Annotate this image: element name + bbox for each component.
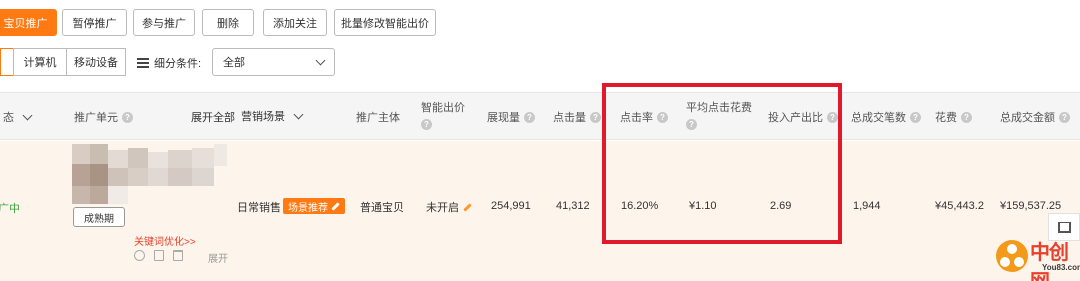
col-status[interactable]: 态 [3, 109, 33, 125]
highlight-box [602, 83, 842, 244]
help-icon[interactable]: ? [961, 111, 972, 123]
logo-icon [996, 240, 1028, 272]
help-icon[interactable]: ? [910, 111, 921, 123]
filter-label-text: 细分条件: [154, 58, 202, 70]
col-unit-label: 推广单元 [74, 112, 118, 124]
col-status-label: 态 [3, 112, 14, 124]
row-smart-bid[interactable]: 未开启 [426, 199, 472, 215]
expand-all-link[interactable]: 展开全部 [191, 109, 235, 125]
filter-select-value: 全部 [223, 57, 245, 69]
watermark-name: 中创网 [1030, 242, 1069, 281]
table-header: 态 推广单元 ? 展开全部 营销场景 推广主体 智能出价 ? 展现量 ? 点击量… [0, 92, 1080, 140]
col-impressions[interactable]: 展现量 ? [487, 109, 535, 125]
row-smart-bid-value: 未开启 [426, 202, 459, 214]
watermark-url: You83.com [1042, 263, 1080, 272]
device-option-all[interactable] [0, 48, 14, 76]
col-scene[interactable]: 营销场景 [241, 108, 304, 124]
filter-condition-select[interactable]: 全部 [212, 48, 335, 76]
delete-button[interactable]: 删除 [202, 9, 254, 36]
list-icon [137, 58, 149, 68]
copy-icon[interactable] [154, 250, 164, 261]
row-cost: ¥45,443.2 [935, 200, 984, 212]
stage-badge-button[interactable]: 成熟期 [73, 207, 125, 227]
help-icon[interactable]: ? [421, 119, 432, 130]
row-subject: 普通宝贝 [360, 202, 404, 214]
pencil-icon [331, 201, 340, 211]
col-unit: 推广单元 ? [74, 109, 133, 125]
toolbar: 宝贝推广 暂停推广 参与推广 删除 添加关注 批量修改智能出价 计算机 移动设备… [0, 0, 1080, 92]
help-icon[interactable]: ? [590, 111, 601, 123]
col-subject: 推广主体 [356, 112, 400, 124]
filter-condition-label: 细分条件: [137, 55, 201, 71]
help-icon[interactable]: ? [122, 111, 133, 123]
pause-promotion-button[interactable]: 暂停推广 [62, 9, 127, 36]
pause-icon[interactable] [134, 250, 145, 261]
col-clicks-label: 点击量 [553, 112, 586, 124]
row-action-icons [134, 250, 183, 261]
col-total-gmv-label: 总成交金额 [1000, 112, 1055, 124]
batch-edit-smart-bid-button[interactable]: 批量修改智能出价 [334, 9, 436, 36]
col-scene-label: 营销场景 [241, 111, 285, 123]
col-total-deals-label: 总成交笔数 [851, 112, 906, 124]
scene-recommend-tag[interactable]: 场景推荐 [283, 198, 345, 214]
pencil-icon [463, 202, 472, 212]
watermark-logo: 中创网 You83.com [990, 232, 1080, 281]
chevron-down-icon [22, 110, 33, 120]
col-cost-label: 花费 [935, 112, 957, 124]
col-total-deals[interactable]: 总成交笔数 ? [851, 109, 921, 125]
col-cost[interactable]: 花费 ? [935, 109, 972, 125]
row-status: 广中 [0, 203, 20, 215]
book-icon [1057, 221, 1071, 233]
device-option-mobile[interactable]: 移动设备 [66, 48, 126, 76]
device-selector: 计算机 移动设备 [0, 48, 126, 76]
help-icon[interactable]: ? [1059, 111, 1070, 123]
row-clicks: 41,312 [556, 200, 590, 212]
keyword-optimize-link[interactable]: 关键词优化>> [134, 233, 196, 248]
chevron-down-icon [315, 55, 326, 65]
scene-tag-label: 场景推荐 [288, 202, 328, 214]
col-clicks[interactable]: 点击量 ? [553, 109, 601, 125]
product-thumbnail[interactable] [72, 144, 227, 204]
row-total-gmv: ¥159,537.25 [1000, 200, 1062, 212]
promote-item-button[interactable]: 宝贝推广 [0, 9, 57, 36]
row-impressions: 254,991 [491, 200, 531, 212]
help-icon[interactable]: ? [524, 111, 535, 123]
join-promotion-button[interactable]: 参与推广 [133, 9, 195, 36]
row-total-deals: 1,944 [853, 200, 881, 212]
row-scene: 日常销售 [237, 202, 281, 214]
add-follow-button[interactable]: 添加关注 [263, 9, 327, 36]
col-smart-bid-label: 智能出价 [421, 102, 465, 114]
device-option-computer[interactable]: 计算机 [13, 48, 67, 76]
trash-icon[interactable] [173, 250, 183, 261]
col-impressions-label: 展现量 [487, 112, 520, 124]
col-smart-bid: 智能出价 ? [421, 99, 465, 130]
expand-link[interactable]: 展开 [208, 250, 228, 265]
col-total-gmv[interactable]: 总成交金额 ? [1000, 109, 1070, 125]
chevron-down-icon [293, 109, 304, 119]
